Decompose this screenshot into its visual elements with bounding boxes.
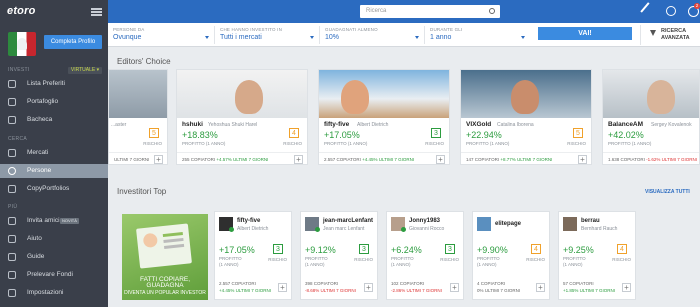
editor-card-2[interactable]: fifty-five Albert Dietrich +17.05% PROFI… (318, 69, 450, 165)
sidebar-item-help[interactable]: Aiuto (0, 232, 108, 246)
people-icon (8, 167, 16, 175)
trader-photo (177, 70, 307, 118)
chart-icon (8, 149, 16, 157)
trader-photo (461, 70, 591, 118)
new-badge: NOVITÀ (60, 218, 79, 224)
search-icon[interactable] (489, 8, 495, 14)
risk-score: 5 (149, 128, 159, 138)
verified-icon (229, 227, 234, 232)
section-label-invest: INVESTI (8, 67, 30, 73)
risk-score: 5 (573, 128, 583, 138)
verified-icon (401, 227, 406, 232)
virtual-mode-dropdown[interactable]: VIRTUALE ▾ (68, 67, 102, 74)
help-icon (8, 235, 16, 243)
chevron-down-icon (415, 36, 419, 39)
section-label-search: CERCA (8, 136, 28, 142)
etoro-logo[interactable]: etoro (7, 5, 36, 17)
copy-plus-button[interactable]: + (536, 283, 545, 292)
verified-icon (315, 227, 320, 232)
editor-card-1[interactable]: hshuki Yehoshua Shuki Harel +18.83% PROF… (176, 69, 308, 165)
editor-card-4[interactable]: BalanceAM Sergey Kovalenok +42.02% PROFI… (602, 69, 700, 165)
chevron-down-icon (521, 36, 525, 39)
withdraw-icon (8, 271, 16, 279)
trader-photo (109, 70, 167, 118)
filter-gained-at-least[interactable]: GUADAGNATI ALMENO 10% (320, 26, 425, 44)
investor-card-4[interactable]: berrau Bernhard Rauch +9.25% PROFITTO (1… (558, 211, 636, 300)
risk-score: 4 (289, 128, 299, 138)
investor-card-0[interactable]: fifty-five Albert Dietrich +17.05% PROFI… (214, 211, 292, 300)
advanced-search-button[interactable]: RICERCA AVANZATA (640, 25, 700, 45)
sidebar-item-settings[interactable]: Impostazioni (0, 286, 108, 300)
chevron-down-icon (205, 36, 209, 39)
sidebar-item-watchlist[interactable]: Lista Preferiti (0, 77, 108, 91)
menu-icon[interactable] (91, 8, 102, 16)
filter-bar: PERSONE DA Ovunque CHE HANNO INVESTITO I… (108, 23, 700, 47)
popular-investor-promo[interactable]: FATTI COPIARE, GUADAGNA DIVENTA UN POPUL… (122, 214, 208, 300)
filter-period[interactable]: DURANTE GLI 1 anno (425, 26, 530, 44)
copy-plus-button[interactable]: + (578, 155, 587, 164)
complete-profile-button[interactable]: Completa Profilo (44, 35, 102, 49)
copy-plus-button[interactable]: + (154, 155, 163, 164)
sidebar-item-withdraw[interactable]: Prelevare Fondi (0, 268, 108, 282)
top-bar: Ricerca 2 (108, 0, 700, 23)
pie-chart-icon (8, 98, 16, 106)
promo-illustration (136, 223, 192, 269)
editor-card-3[interactable]: VIXGold Catalina Iborena +22.94% PROFITT… (460, 69, 592, 165)
avatar (563, 217, 577, 231)
search-input[interactable]: Ricerca (360, 5, 500, 18)
see-all-link[interactable]: VISUALIZZA TUTTI (645, 189, 690, 195)
trader-photo (603, 70, 699, 118)
filter-people-from[interactable]: PERSONE DA Ovunque (108, 26, 215, 44)
portfolio-icon (8, 185, 16, 193)
guide-icon (8, 253, 16, 261)
risk-score: 4 (617, 244, 627, 254)
copy-plus-button[interactable]: + (278, 283, 287, 292)
risk-score: 3 (359, 244, 369, 254)
sidebar-item-copyportfolios[interactable]: CopyPortfolios (0, 182, 108, 196)
copy-plus-button[interactable]: + (364, 283, 373, 292)
trader-photo (319, 70, 449, 118)
feed-icon (8, 116, 16, 124)
investor-card-3[interactable]: elitepage +9.90% PROFITTO (1 ANNO) 4 RIS… (472, 211, 550, 300)
settings-icon (8, 289, 16, 297)
sidebar-item-people[interactable]: Persone (0, 164, 108, 178)
filter-icon (650, 30, 656, 36)
editor-card-0[interactable]: ...aster 5 RISCHIO ULTIMI 7 GIORNI + (108, 69, 168, 165)
edit-icon[interactable] (640, 2, 656, 18)
chevron-down-icon (310, 36, 314, 39)
risk-score: 3 (273, 244, 283, 254)
copy-plus-button[interactable]: + (622, 283, 631, 292)
sidebar-item-markets[interactable]: Mercati (0, 146, 108, 160)
share-icon[interactable] (666, 6, 676, 16)
filter-invested-in[interactable]: CHE HANNO INVESTITO IN Tutti i mercati (215, 26, 320, 44)
avatar[interactable] (8, 32, 36, 56)
editors-choice-title: Editors' Choice (117, 57, 171, 66)
risk-score: 3 (445, 244, 455, 254)
invite-icon (8, 217, 16, 225)
star-list-icon (8, 80, 16, 88)
sidebar-item-feed[interactable]: Bacheca (0, 113, 108, 127)
sidebar-item-portfolio[interactable]: Portafoglio (0, 95, 108, 109)
avatar (477, 217, 491, 231)
notification-count-badge: 2 (694, 3, 700, 9)
risk-score: 4 (531, 244, 541, 254)
copy-plus-button[interactable]: + (294, 155, 303, 164)
sidebar: etoro Completa Profilo INVESTI VIRTUALE … (0, 0, 108, 307)
copy-plus-button[interactable]: + (436, 155, 445, 164)
copy-plus-button[interactable]: + (450, 283, 459, 292)
risk-score: 3 (431, 128, 441, 138)
sidebar-item-guides[interactable]: Guide (0, 250, 108, 264)
section-label-more: PIÙ (8, 204, 18, 210)
investor-card-2[interactable]: Jonny1983 Giovanni Rocco +6.24% PROFITTO… (386, 211, 464, 300)
go-button[interactable]: VAI! (538, 27, 632, 40)
top-investors-title: Investitori Top (117, 187, 167, 196)
investor-card-1[interactable]: jean-marcLenfant Jean marc Lenfant +9.12… (300, 211, 378, 300)
sidebar-item-invite[interactable]: Invita amici NOVITÀ (0, 214, 108, 228)
